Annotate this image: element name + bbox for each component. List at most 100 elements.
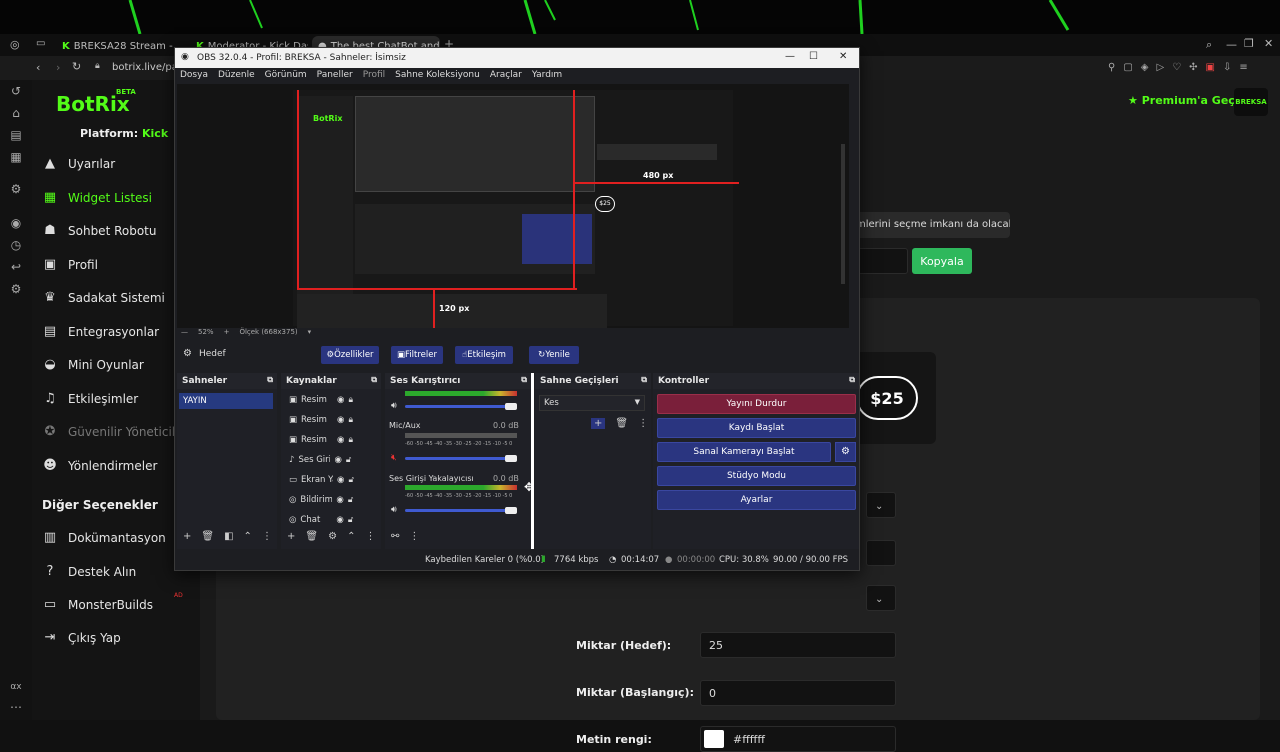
- undock-icon[interactable]: ⧉: [371, 375, 377, 385]
- volume-icon[interactable]: 🔊︎: [391, 505, 397, 515]
- eye-icon[interactable]: ◉: [337, 415, 344, 425]
- nav-alerts[interactable]: ▲ Uyarılar: [42, 156, 115, 171]
- nav-redirects[interactable]: ☻ Yönlendirmeler: [42, 458, 157, 473]
- undock-icon[interactable]: ⧉: [849, 375, 855, 385]
- dock-splitter[interactable]: [531, 373, 534, 549]
- start-recording-button[interactable]: Kaydı Başlat: [657, 418, 856, 438]
- preview-scrollbar[interactable]: [841, 144, 845, 284]
- select-field-2[interactable]: ⌄: [866, 585, 896, 611]
- restore-icon[interactable]: ❐: [1244, 37, 1254, 50]
- volume-knob[interactable]: [505, 455, 517, 462]
- more-icon[interactable]: ⋮: [365, 531, 375, 542]
- obs-maximize-icon[interactable]: ☐: [809, 51, 818, 62]
- add-icon[interactable]: +: [287, 531, 295, 542]
- lock-icon[interactable]: 🔒︎: [348, 415, 353, 425]
- play-icon[interactable]: ▷: [1156, 62, 1164, 73]
- eye-icon[interactable]: ◉: [337, 475, 344, 485]
- settings-button[interactable]: Ayarlar: [657, 490, 856, 510]
- add-icon[interactable]: +: [183, 531, 191, 542]
- minimize-icon[interactable]: —: [1226, 38, 1237, 51]
- source-row[interactable]: ▣ Resim ◉ 🔒︎: [289, 415, 353, 425]
- volume-knob[interactable]: [505, 403, 517, 410]
- obs-close-icon[interactable]: ✕: [839, 51, 847, 62]
- unlock-icon[interactable]: 🔓︎: [348, 515, 354, 525]
- nav-monsterbuilds[interactable]: ▭ MonsterBuilds: [42, 597, 153, 612]
- undock-icon[interactable]: ⧉: [267, 375, 273, 385]
- vcam-settings-gear-icon[interactable]: ⚙: [835, 442, 856, 462]
- nav-loyalty[interactable]: ♛ Sadakat Sistemi: [42, 290, 165, 305]
- history-icon[interactable]: ↺: [9, 84, 23, 98]
- nav-minigames[interactable]: ◒ Mini Oyunlar: [42, 357, 144, 372]
- color-swatch[interactable]: [704, 730, 724, 748]
- menu-scene-collection[interactable]: Sahne Koleksiyonu: [390, 68, 485, 84]
- select-field[interactable]: ⌄: [866, 492, 896, 518]
- zoom-plus-icon[interactable]: +: [224, 328, 230, 338]
- virtual-camera-button[interactable]: Sanal Kamerayı Başlat: [657, 442, 831, 462]
- source-row[interactable]: ◎ Chat ◉ 🔓︎: [289, 515, 353, 525]
- menu-docks[interactable]: Paneller: [312, 68, 358, 84]
- eye-icon[interactable]: ◉: [334, 455, 341, 465]
- shield-ext-icon[interactable]: ◈: [1141, 62, 1149, 73]
- copy-button[interactable]: Kopyala: [912, 248, 972, 274]
- eye-icon[interactable]: ◉: [336, 515, 343, 525]
- heart-icon[interactable]: ♡: [1172, 62, 1181, 73]
- nav-profile[interactable]: ▣ Profil: [42, 257, 98, 272]
- unlock-icon[interactable]: 🔓︎: [348, 475, 354, 485]
- nav-chatbot[interactable]: ☗ Sohbet Robotu: [42, 223, 156, 238]
- trash-icon[interactable]: 🗑︎: [201, 531, 214, 542]
- ext-badge-icon[interactable]: ▣: [1206, 62, 1215, 73]
- eye-icon[interactable]: ◉: [337, 435, 344, 445]
- nav-logout[interactable]: ⇥ Çıkış Yap: [42, 630, 121, 645]
- more-icon[interactable]: ⋮: [638, 418, 648, 429]
- goal-amount-input[interactable]: 25: [700, 632, 896, 658]
- gallery-icon[interactable]: ▦: [9, 150, 23, 164]
- start-amount-input[interactable]: 0: [700, 680, 896, 706]
- more-icon[interactable]: ⋮: [409, 531, 419, 542]
- bookmark-icon[interactable]: ⌂: [9, 106, 23, 120]
- pin-icon[interactable]: ⚲: [1108, 62, 1115, 73]
- eye-icon[interactable]: ◉: [336, 495, 343, 505]
- forward-icon[interactable]: ›: [56, 61, 60, 74]
- interact-button[interactable]: ☝ Etkileşim: [455, 346, 513, 364]
- workspace-icon[interactable]: ▭: [36, 38, 45, 49]
- premium-link[interactable]: ★ Premium'a Geçin: [1128, 94, 1246, 107]
- reply-icon[interactable]: ↩: [9, 260, 23, 274]
- radio-icon[interactable]: ◉: [9, 216, 23, 230]
- undock-icon[interactable]: ⧉: [641, 375, 647, 385]
- lock-icon[interactable]: 🔒︎: [348, 395, 353, 405]
- filter-icon[interactable]: ◧: [224, 531, 233, 542]
- scale-dropdown-icon[interactable]: ▾: [308, 328, 312, 338]
- volume-knob[interactable]: [505, 507, 517, 514]
- transition-select[interactable]: Kes ▼: [539, 395, 645, 411]
- menu-help[interactable]: Yardım: [527, 68, 567, 84]
- trash-icon[interactable]: 🗑︎: [305, 531, 318, 542]
- source-row[interactable]: ▭Ekran Ya ◉ 🔓︎: [289, 475, 354, 485]
- volume-slider[interactable]: [405, 509, 515, 512]
- app-icon[interactable]: αx: [9, 680, 23, 694]
- undock-icon[interactable]: ⧉: [521, 375, 527, 385]
- menu-icon[interactable]: ≡: [1239, 62, 1247, 73]
- nav-integrations[interactable]: ▤ Entegrasyonlar: [42, 324, 159, 339]
- up-icon[interactable]: ⌃: [347, 531, 355, 542]
- nav-docs[interactable]: ▥ Dokümantasyon: [42, 530, 166, 545]
- screenshot-icon[interactable]: ▢: [1123, 62, 1132, 73]
- source-row[interactable]: ▣ Resim ◉ 🔒︎: [289, 435, 353, 445]
- stop-stream-button[interactable]: Yayını Durdur: [657, 394, 856, 414]
- volume-slider[interactable]: [405, 405, 515, 408]
- browser-menu-icon[interactable]: ◎: [10, 38, 20, 51]
- settings-icon[interactable]: ⚙: [9, 182, 23, 196]
- add-icon[interactable]: +: [591, 418, 606, 429]
- obs-minimize-icon[interactable]: —: [785, 51, 795, 62]
- zoom-minus-icon[interactable]: —: [181, 328, 188, 338]
- notes-icon[interactable]: ▤: [9, 128, 23, 142]
- studio-mode-button[interactable]: Stüdyo Modu: [657, 466, 856, 486]
- widget-url-field[interactable]: [856, 248, 908, 274]
- properties-button[interactable]: ⚙ Özellikler: [321, 346, 379, 364]
- more-icon[interactable]: ⋮: [262, 531, 272, 542]
- nav-trusted-mods[interactable]: ✪ Güvenilir Yöneticiler: [42, 424, 188, 439]
- text-color-input[interactable]: #ffffff: [700, 726, 896, 752]
- trash-icon[interactable]: 🗑︎: [615, 418, 628, 429]
- more-icon[interactable]: ⋯: [9, 700, 23, 714]
- nav-interactions[interactable]: ♫ Etkileşimler: [42, 391, 138, 406]
- text-field[interactable]: [866, 540, 896, 566]
